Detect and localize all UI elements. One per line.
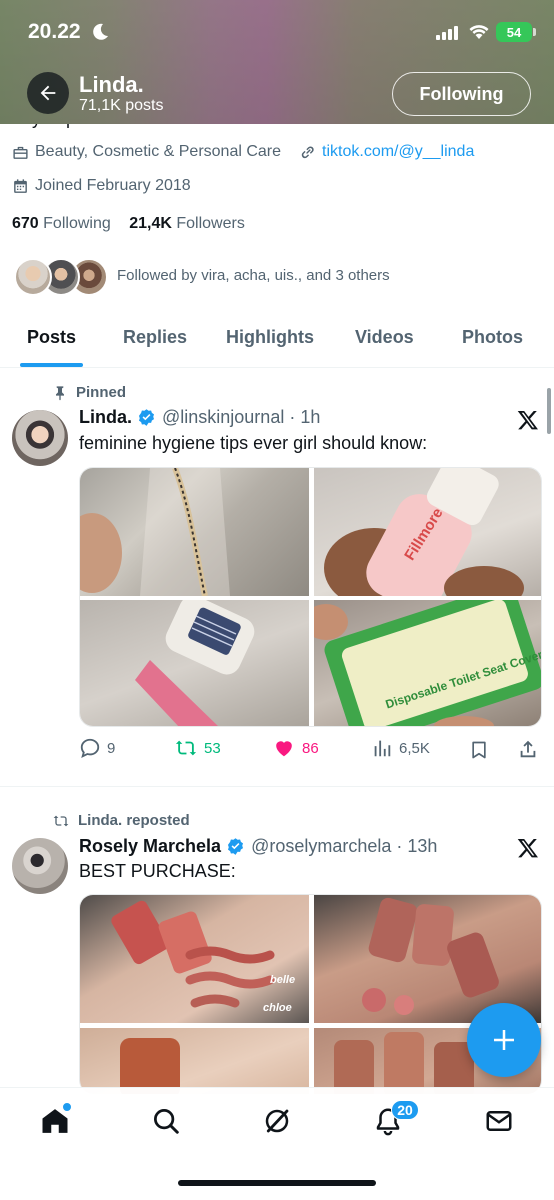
post-text: feminine hygiene tips ever girl should k…: [79, 433, 428, 453]
repost-count: 53: [204, 739, 221, 757]
notifications-badge: 20: [391, 1100, 419, 1120]
new-posts-dot: [62, 1102, 72, 1112]
avatar[interactable]: [12, 838, 68, 894]
media-image[interactable]: [80, 600, 309, 726]
grok-icon[interactable]: [262, 1106, 292, 1136]
svg-text:chloe: chloe: [263, 1002, 292, 1014]
profile-header: 20.22 54 Linda. 71,1K posts Following: [0, 0, 554, 124]
lip-tint-closeup-photo: [120, 1038, 180, 1094]
followed-by-text[interactable]: Followed by vira, acha, uis., and 3 othe…: [117, 267, 390, 284]
joined-row: Joined February 2018: [12, 177, 191, 195]
back-button[interactable]: [27, 72, 69, 114]
active-tab-indicator: [20, 363, 83, 367]
status-time: 20.22: [28, 20, 81, 43]
followers-stat[interactable]: 21,4K Followers: [129, 215, 245, 232]
scroll-indicator: [547, 388, 551, 434]
post-actions: 9 53 86 6,5K: [79, 737, 542, 763]
heart-icon: [276, 741, 292, 757]
repost-button[interactable]: 53: [174, 737, 221, 759]
razor-photo: [135, 600, 255, 726]
reply-button[interactable]: 9: [79, 737, 115, 759]
home-indicator: [178, 1180, 376, 1186]
post-media-grid[interactable]: belle chloe: [79, 894, 542, 1094]
profile-tabs: Posts Replies Highlights Videos Photos: [0, 316, 554, 368]
cellular-signal-icon: [436, 25, 458, 40]
profile-category: Beauty, Cosmetic & Personal Care: [35, 143, 282, 160]
like-button[interactable]: 86: [272, 737, 319, 759]
post-context: Pinned: [52, 384, 126, 401]
post-context: Linda. reposted: [52, 812, 190, 829]
verified-badge-icon: [228, 838, 244, 855]
briefcase-icon: [13, 146, 28, 159]
compose-post-button[interactable]: [467, 1003, 541, 1077]
media-image[interactable]: [80, 1028, 309, 1094]
media-image[interactable]: belle chloe: [80, 895, 309, 1023]
avatar: [14, 258, 52, 296]
arrow-left-icon: [40, 85, 56, 101]
svg-text:belle: belle: [270, 974, 295, 986]
verified-badge-icon: [138, 409, 155, 426]
bag-photo: [80, 468, 230, 596]
lip-swatch-photo: belle chloe: [111, 900, 295, 1014]
post-author-name[interactable]: Rosely Marchela: [79, 836, 221, 857]
post-media-grid[interactable]: Fillmore Disposable Toilet Seat Cover: [79, 467, 542, 727]
media-image[interactable]: [80, 468, 309, 596]
follow-counts: 670 Following 21,4K Followers: [12, 215, 245, 233]
post-handle[interactable]: @linskinjournal: [162, 407, 284, 428]
post-author-name[interactable]: Linda.: [79, 407, 132, 428]
post-divider: [0, 786, 554, 787]
plus-icon: [494, 1030, 514, 1050]
search-icon[interactable]: [151, 1106, 181, 1136]
battery-indicator: 54: [496, 22, 536, 42]
moon-icon: [93, 23, 108, 40]
separator-dot: ·: [284, 407, 301, 427]
link-icon: [301, 145, 314, 158]
bookmark-icon[interactable]: [469, 739, 489, 761]
post-header: Linda. @linskinjournal · 1h: [79, 407, 320, 428]
tab-highlights[interactable]: Highlights: [226, 327, 314, 348]
post-header: Rosely Marchela @roselymarchela · 13h: [79, 836, 437, 857]
fillmore-bottle-photo: Fillmore: [324, 468, 524, 596]
avatar[interactable]: [12, 410, 68, 466]
mail-icon[interactable]: [484, 1106, 514, 1136]
tab-photos[interactable]: Photos: [462, 327, 523, 348]
post-text: BEST PURCHASE:: [79, 861, 236, 881]
like-count: 86: [302, 739, 319, 757]
separator-dot: ·: [391, 836, 408, 856]
header-post-count: 71,1K posts: [79, 97, 164, 114]
share-icon[interactable]: [517, 738, 539, 760]
following-button[interactable]: Following: [392, 72, 531, 116]
media-image[interactable]: Fillmore: [314, 468, 541, 596]
calendar-icon: [14, 178, 27, 193]
status-bar: 20.22 54: [0, 18, 554, 48]
views-count: 6,5K: [399, 739, 430, 757]
profile-meta-row: Beauty, Cosmetic & Personal Care tiktok.…: [12, 143, 474, 161]
tab-replies[interactable]: Replies: [123, 327, 187, 348]
views-icon: [374, 740, 391, 757]
tab-videos[interactable]: Videos: [355, 327, 414, 348]
media-image[interactable]: Disposable Toilet Seat Cover: [314, 600, 541, 726]
battery-level: 54: [506, 24, 522, 40]
following-stat[interactable]: 670 Following: [12, 215, 111, 232]
repost-icon: [53, 815, 69, 826]
pin-icon: [56, 385, 64, 400]
post-handle[interactable]: @roselymarchela: [251, 836, 391, 857]
post-time: 13h: [407, 836, 438, 856]
post-time: 1h: [300, 407, 321, 427]
wifi-icon: [469, 25, 489, 39]
views-button[interactable]: 6,5K: [371, 737, 430, 759]
header-name: Linda.: [79, 72, 144, 97]
profile-link[interactable]: tiktok.com/@y__linda: [322, 143, 474, 161]
reply-count: 9: [107, 739, 116, 757]
x-logo-icon: [517, 411, 538, 430]
x-logo-icon: [517, 839, 538, 858]
mutual-followers-avatars[interactable]: [14, 258, 108, 298]
joined-date: Joined February 2018: [35, 177, 191, 194]
reply-icon: [80, 738, 100, 758]
repost-icon: [175, 740, 197, 756]
tab-posts[interactable]: Posts: [27, 327, 76, 348]
toilet-seat-cover-photo: Disposable Toilet Seat Cover: [314, 600, 541, 726]
